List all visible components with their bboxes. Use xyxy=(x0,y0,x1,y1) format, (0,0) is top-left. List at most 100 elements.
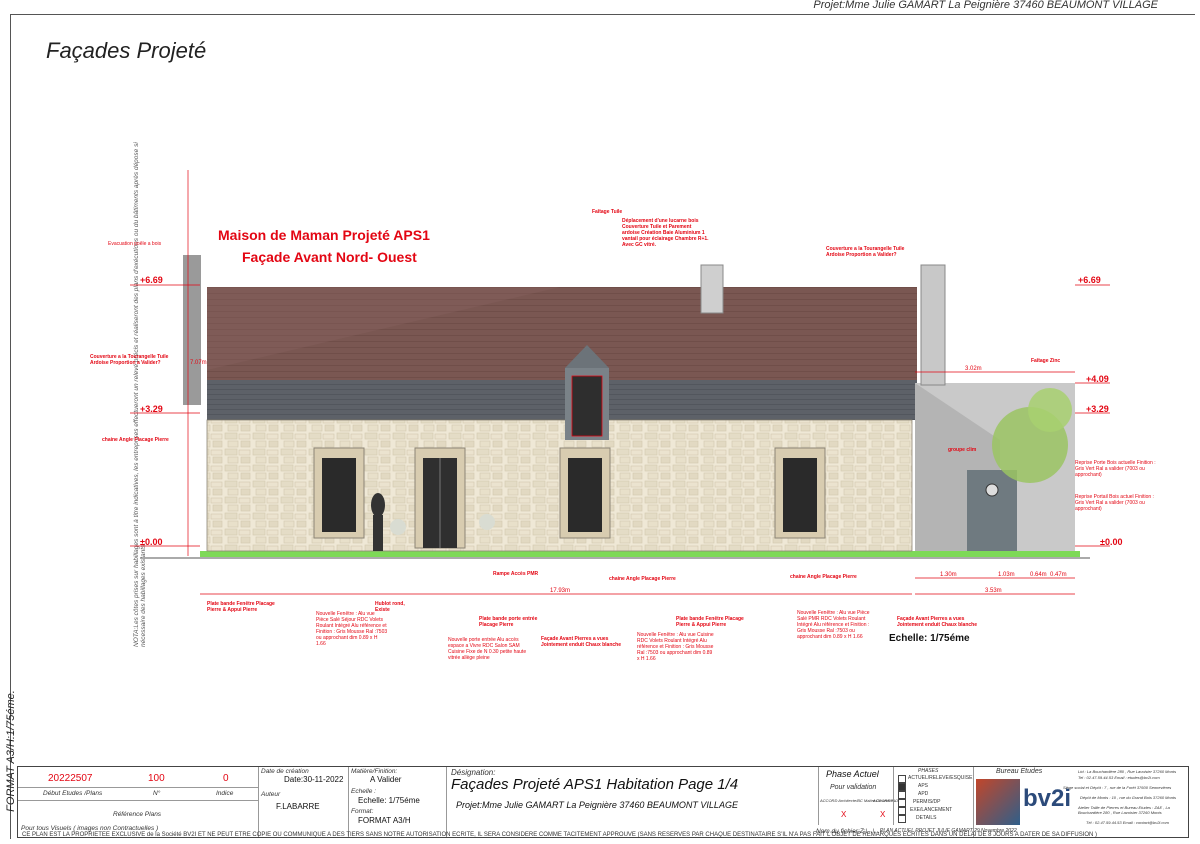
level-mid-left: +3.29 xyxy=(140,404,163,414)
ann-plate-bande-porte: Plate bande porte entrée Placage Pierre xyxy=(479,616,538,628)
bv2i-logo-icon xyxy=(976,779,1020,825)
phase-checkbox-5[interactable] xyxy=(898,815,906,823)
number-n: 100 xyxy=(148,773,165,784)
level-ground-left: ±0.00 xyxy=(140,537,163,547)
planter-right xyxy=(479,514,495,530)
number-debut: 20222507 xyxy=(48,773,93,784)
phase-2: APD xyxy=(918,791,929,797)
ann-fenetre-3: Nouvelle Fenêtre : Alu vue Pièce Salé PM… xyxy=(797,610,870,640)
format-value: FORMAT A3/H xyxy=(358,816,411,825)
ann-fenetre-1: Nouvelle Fenêtre : Alu vue Pièce Salé Sé… xyxy=(316,611,388,647)
person-silhouette xyxy=(371,493,385,517)
visuels-note: Pour tous Visuels ( images non Contractu… xyxy=(21,825,159,832)
ann-chaine-right: chaine Angle Placage Pierre xyxy=(790,574,857,580)
bureau-line-1: Tel : 02.47.59.44.53 Email : etudes@bv2i… xyxy=(1078,775,1160,780)
level-top-left: +6.69 xyxy=(140,275,163,285)
window-mid xyxy=(559,447,611,539)
ann-rampe: Rampe Accès PMR xyxy=(493,571,539,577)
ann-facade-avant-1: Façade Avant Pierres a vues Jointement e… xyxy=(541,636,622,648)
hublot xyxy=(985,483,999,497)
dim-total: 17.93m xyxy=(550,588,571,594)
phase-value: Pour validation xyxy=(830,784,877,791)
date-label: Date de création xyxy=(261,768,309,775)
stove-pipe xyxy=(183,255,201,405)
author-label: Auteur xyxy=(261,791,281,798)
drawing-title-line2: Façade Avant Nord- Ouest xyxy=(242,249,417,265)
dim-height: 7.07m xyxy=(190,360,207,366)
ann-chaine-left: chaine Angle Placage Pierre xyxy=(102,437,169,443)
phase-0: ACTUEL/RELEVE/ESQUISE xyxy=(908,775,973,781)
accord-mark-2: X xyxy=(880,810,886,819)
title-block: 20222507 100 0 Début Etudes /Plans N° In… xyxy=(17,766,1189,838)
ann-faitage-zinc: Faîtage Zinc xyxy=(1031,358,1061,364)
phase-checkbox-4[interactable] xyxy=(898,807,906,815)
phase-checkbox-0[interactable] xyxy=(898,775,906,783)
chimney-right xyxy=(920,264,946,386)
entrance-door xyxy=(414,447,466,549)
ann-chaine-mid: chaine Angle Placage Pierre xyxy=(609,576,676,582)
phase-3: PERMIS/DP xyxy=(913,799,941,805)
matiere-value: A Valider xyxy=(370,775,402,784)
designation-value: Façades Projeté APS1 Habitation Page 1/4 xyxy=(451,776,739,793)
ann-porte-entree: Nouvelle porte entrée Alu accès espace a… xyxy=(448,637,527,661)
level-mid-right: +3.29 xyxy=(1086,404,1109,414)
bureau-line-4: Atelier Taille de Pierres et Bureau Etud… xyxy=(1078,805,1170,815)
bureau-line-3: Dépôt de Monts : 10 , rue du Grand Bois … xyxy=(1080,795,1177,800)
drawing-title: Maison de Maman Projeté APS1 Façade Avan… xyxy=(218,224,430,268)
number-indice: 0 xyxy=(223,773,229,784)
accord-mark-1: X xyxy=(841,810,847,819)
phase-title: Phase Actuel xyxy=(826,769,879,779)
ann-facade-avant-2: Façade Avant Pierres a vues Jointement e… xyxy=(897,616,978,628)
echelle-label: Echelle : xyxy=(351,788,376,795)
bureau-line-5: Tél : 02.47.59.44.53 Email : contact@bv2… xyxy=(1086,820,1169,825)
phases-title: PHASES xyxy=(918,768,939,774)
dim-annex-total: 3.53m xyxy=(985,588,1002,594)
dim-d3: 0.64m xyxy=(1030,572,1047,578)
phase-1: APS xyxy=(918,783,929,789)
chimney-mid xyxy=(700,264,724,314)
bureau-line-0: Ltd : La Bouchardière 280 , Rue Lavoisie… xyxy=(1078,769,1177,774)
dim-d4: 0.47m xyxy=(1050,572,1067,578)
echelle-value: Echelle: 1/75éme xyxy=(358,796,420,805)
window-right xyxy=(774,447,826,539)
phase-checkbox-3[interactable] xyxy=(898,799,906,807)
phase-5: DETAILS xyxy=(916,815,937,821)
date-value: Date:30-11-2022 xyxy=(284,775,344,784)
footer-legal: CE PLAN EST LA PROPRIETEE EXCLUSIVE de l… xyxy=(22,832,1098,838)
phase-4: EXE/LANCEMENT xyxy=(910,807,953,813)
ann-couverture-left: Couverture a la Tourangelle Tuile Ardois… xyxy=(90,354,169,366)
annex-door xyxy=(967,470,1017,551)
label-debut: Début Etudes /Plans xyxy=(43,790,103,797)
dormer-window xyxy=(571,375,603,437)
ann-couverture-right: Couverture a la Tourangelle Tuile Ardois… xyxy=(826,246,905,258)
bureau-title: Bureau Etudes xyxy=(996,768,1043,775)
label-indice: Indice xyxy=(216,790,234,797)
bureau-line-2: Siège social et Dépôt : 7 , rue de la Fo… xyxy=(1063,785,1172,790)
ann-evacuation: Evacuation poêle a bois xyxy=(108,241,162,247)
ann-plate-bande-1: Plate bande Fenêtre Placage Pierre & App… xyxy=(207,601,275,613)
roof-slate xyxy=(207,380,917,420)
drawing-title-line1: Maison de Maman Projeté APS1 xyxy=(218,227,430,243)
phase-checkbox-2[interactable] xyxy=(898,791,906,799)
project-value: Projet:Mme Julie GAMART La Peignière 374… xyxy=(456,800,738,810)
ann-portail: Reprise Portail Bois actuel Finition : G… xyxy=(1075,494,1154,512)
dim-d1: 1.30m xyxy=(940,572,957,578)
matiere-label: Matière/Finition: xyxy=(351,768,398,775)
ann-plate-bande-2: Plate bande Fenêtre Placage Pierre & App… xyxy=(676,616,744,628)
level-annex-right: +4.09 xyxy=(1086,374,1109,384)
level-top-right: +6.69 xyxy=(1078,275,1101,285)
window-left xyxy=(313,447,365,539)
ann-porte-bois: Reprise Porte Bois actuelle Finition : G… xyxy=(1075,460,1156,478)
ann-fenetre-2: Nouvelle Fenêtre : Alu vue Cuisine RDC V… xyxy=(637,632,714,662)
dim-d2: 1.03m xyxy=(998,572,1015,578)
ground-grass xyxy=(200,551,1080,557)
drawing-scale: Echelle: 1/75éme xyxy=(889,633,970,644)
phase-checkbox-1[interactable] xyxy=(898,783,906,791)
label-reference: Référence Plans xyxy=(113,811,162,818)
planter-left xyxy=(390,519,406,535)
ann-groupe-clim: groupe clim xyxy=(948,447,977,453)
author-value: F.LABARRE xyxy=(276,802,320,811)
label-n: N° xyxy=(153,790,161,797)
ann-lucarne: Déplacement d'une lucarne bois Couvertur… xyxy=(622,218,709,248)
dim-annex-width: 3.02m xyxy=(965,366,982,372)
